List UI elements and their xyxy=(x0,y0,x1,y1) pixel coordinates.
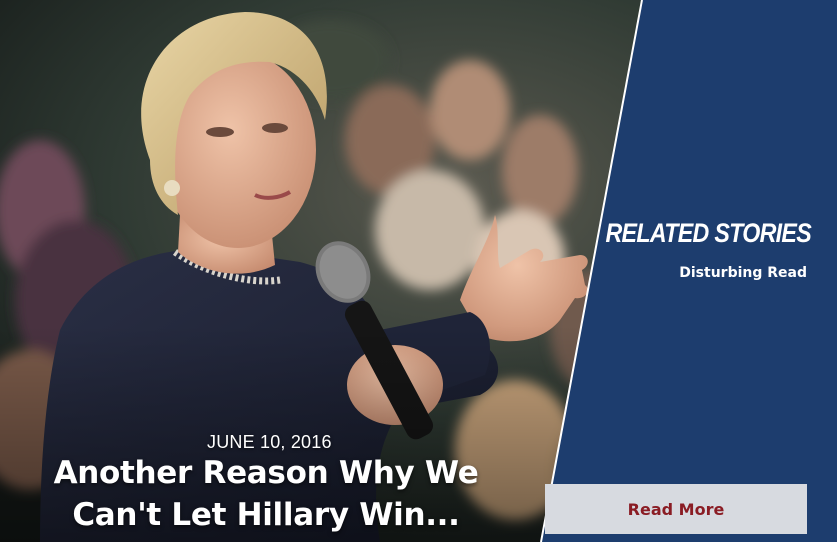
related-story-link[interactable]: Disturbing Read xyxy=(679,265,807,281)
related-stories-heading: RELATED STORIES xyxy=(605,218,811,248)
article-headline[interactable]: Another Reason Why We Can't Let Hillary … xyxy=(16,452,516,536)
article-hero: JUNE 10, 2016 Another Reason Why We Can'… xyxy=(0,0,837,542)
read-more-button[interactable]: Read More xyxy=(545,484,807,534)
article-date: JUNE 10, 2016 xyxy=(207,432,332,452)
